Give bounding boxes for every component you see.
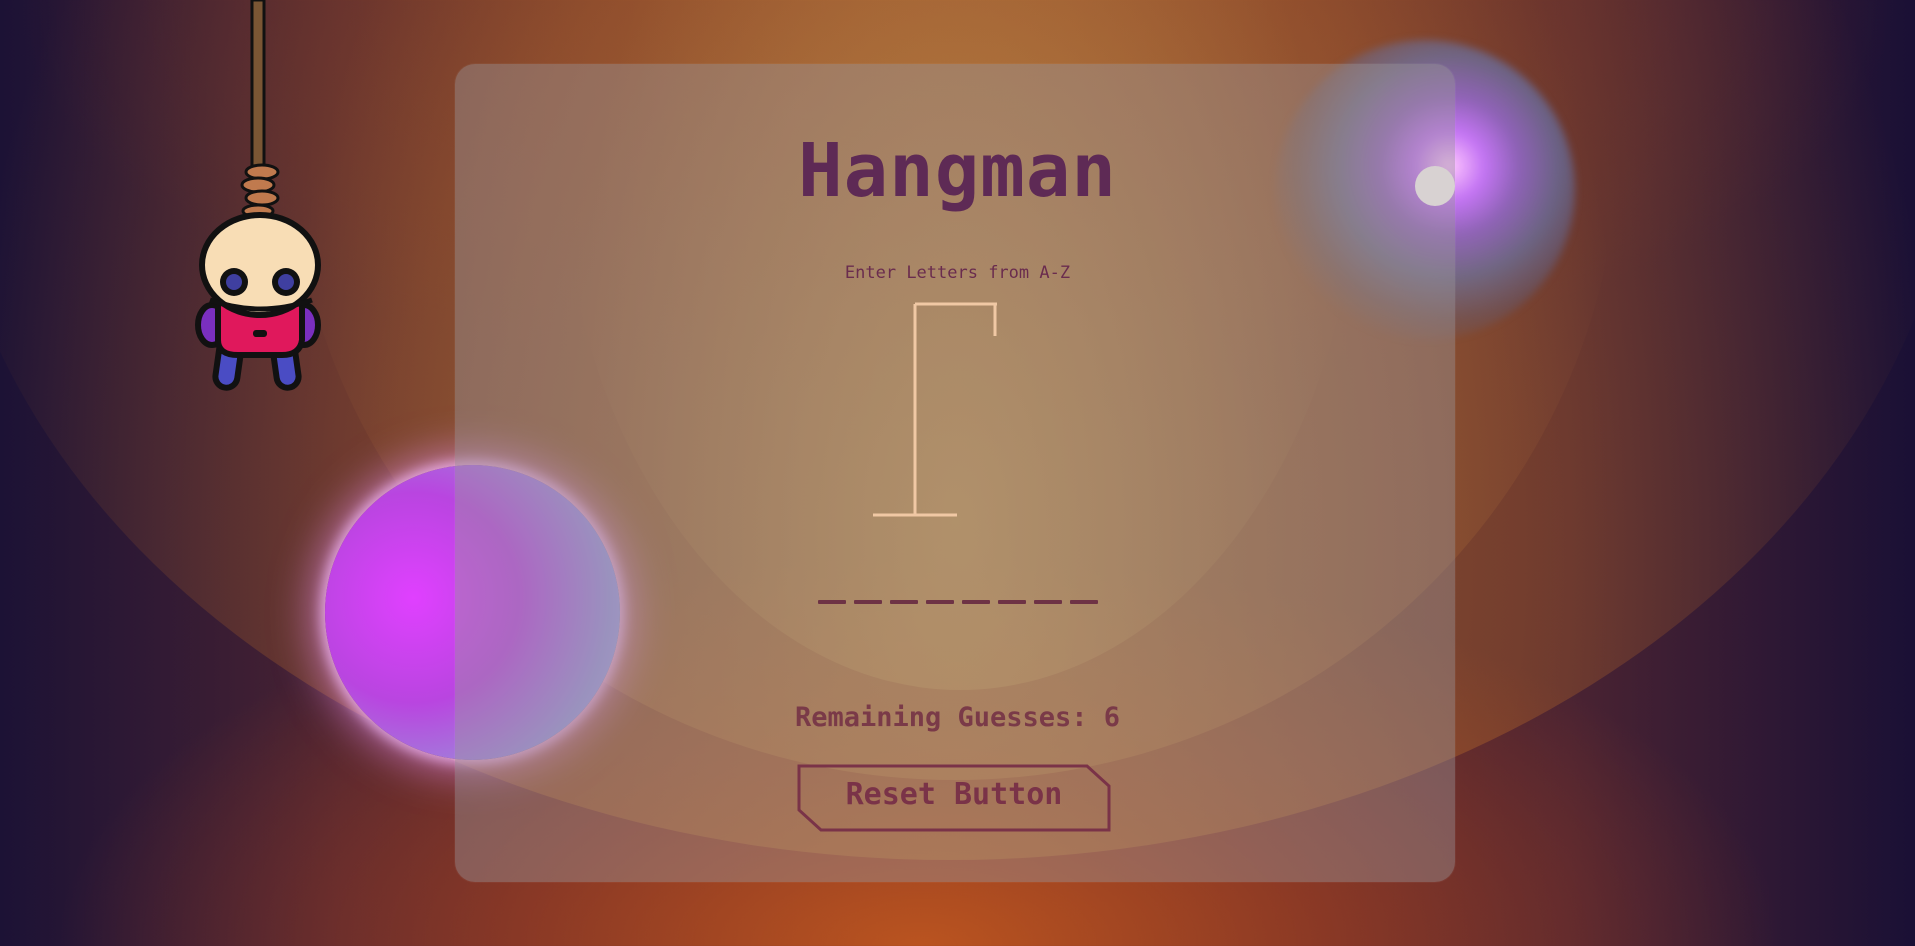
word-slots	[818, 600, 1098, 604]
letter-slot	[890, 600, 918, 604]
letter-slot	[1070, 600, 1098, 604]
letter-slot	[926, 600, 954, 604]
letter-slot	[1034, 600, 1062, 604]
letter-slot	[998, 600, 1026, 604]
letter-slot	[962, 600, 990, 604]
reset-button[interactable]: Reset Button	[797, 764, 1111, 832]
gallows-icon	[870, 300, 1010, 520]
instructions-text: Enter Letters from A-Z	[844, 263, 1071, 283]
letter-slot	[854, 600, 882, 604]
reset-button-label: Reset Button	[845, 777, 1063, 812]
game-title: Hangman	[798, 128, 1117, 214]
remaining-guesses: Remaining Guesses: 6	[794, 702, 1121, 733]
letter-slot	[818, 600, 846, 604]
